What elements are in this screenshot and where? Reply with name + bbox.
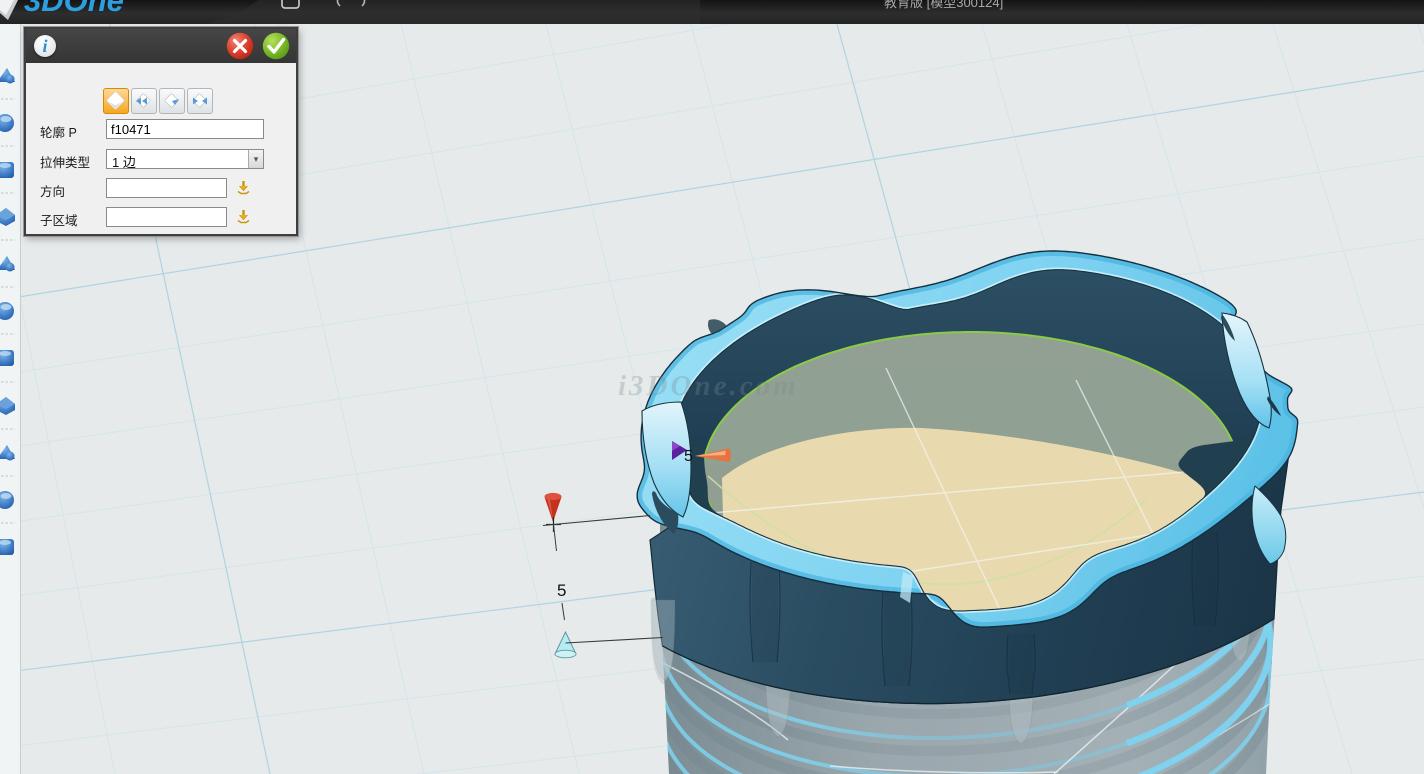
svg-text:5: 5	[557, 581, 566, 600]
svg-text:教育版 [模型300124]: 教育版 [模型300124]	[884, 0, 1003, 10]
svg-text:3DOne: 3DOne	[24, 0, 124, 18]
svg-text:i3DOne.com: i3DOne.com	[618, 370, 799, 402]
svg-text:5: 5	[684, 448, 693, 465]
